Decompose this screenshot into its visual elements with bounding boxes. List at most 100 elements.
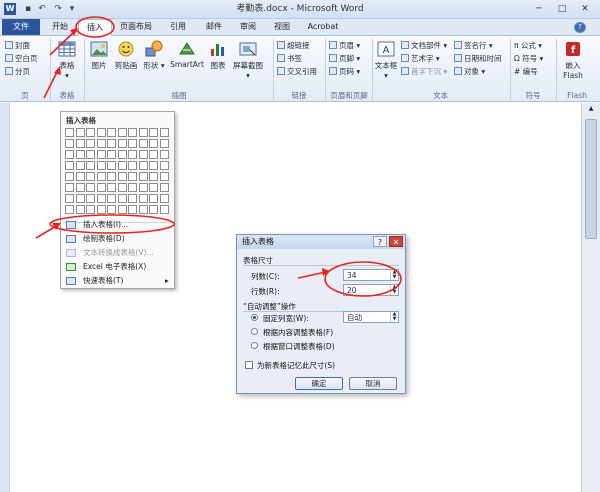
table-grid-cell[interactable] — [96, 150, 106, 159]
table-grid-cell[interactable] — [117, 161, 127, 170]
textbox-button[interactable]: A 文本框 ▾ — [374, 40, 398, 80]
table-grid-cell[interactable] — [149, 194, 158, 203]
cross-reference-button[interactable]: 交叉引用 — [277, 66, 317, 77]
table-grid-cell[interactable] — [107, 205, 116, 214]
table-grid-cell[interactable] — [138, 205, 148, 214]
smartart-button[interactable]: SmartArt — [168, 40, 206, 69]
tab-acrobat[interactable]: Acrobat — [302, 19, 344, 35]
table-grid-cell[interactable] — [128, 194, 137, 203]
tab-references[interactable]: 引用 — [162, 19, 194, 35]
table-grid-cell[interactable] — [138, 172, 148, 181]
dialog-close-button[interactable]: ✕ — [389, 236, 403, 247]
drop-cap-button[interactable]: 首字下沉 ▾ — [401, 66, 447, 77]
table-grid-cell[interactable] — [138, 161, 148, 170]
table-grid-cell[interactable] — [96, 205, 106, 214]
customize-qat-icon[interactable]: ▾ — [66, 3, 78, 15]
help-icon[interactable]: ? — [574, 22, 586, 33]
table-grid-cell[interactable] — [159, 128, 169, 137]
table-grid-cell[interactable] — [65, 172, 74, 181]
table-grid-cell[interactable] — [96, 194, 106, 203]
close-window-button[interactable]: ✕ — [574, 2, 596, 16]
menu-item-excel-spreadsheet[interactable]: Excel 电子表格(X) — [61, 260, 174, 274]
table-grid-cell[interactable] — [149, 183, 158, 192]
minimize-button[interactable]: ─ — [528, 2, 550, 16]
table-grid-cell[interactable] — [117, 205, 127, 214]
table-grid-cell[interactable] — [159, 205, 169, 214]
page-number-button[interactable]: 页码 ▾ — [329, 66, 360, 77]
table-grid-cell[interactable] — [128, 150, 137, 159]
table-grid-cell[interactable] — [117, 139, 127, 148]
tab-insert[interactable]: 插入 — [78, 19, 112, 36]
table-grid-cell[interactable] — [65, 150, 74, 159]
undo-icon[interactable]: ↶ — [36, 3, 48, 15]
tab-home[interactable]: 开始 — [44, 19, 76, 35]
table-grid-cell[interactable] — [86, 205, 95, 214]
chart-button[interactable]: 图表 — [208, 40, 228, 71]
table-grid-cell[interactable] — [65, 161, 74, 170]
signature-line-button[interactable]: 签名行 ▾ — [454, 40, 493, 51]
table-grid-cell[interactable] — [128, 139, 137, 148]
table-grid-cell[interactable] — [138, 150, 148, 159]
spinner-arrows-icon[interactable]: ▲ ▼ — [390, 312, 398, 322]
screenshot-button[interactable]: 屏幕截图 ▾ — [230, 40, 266, 80]
table-grid-cell[interactable] — [149, 128, 158, 137]
menu-item-insert-table[interactable]: 插入表格(I)... — [61, 218, 174, 232]
table-grid-cell[interactable] — [128, 183, 137, 192]
table-grid-cell[interactable] — [96, 172, 106, 181]
bookmark-button[interactable]: 书签 — [277, 53, 302, 64]
save-icon[interactable]: ▪ — [22, 3, 34, 15]
table-grid-cell[interactable] — [107, 172, 116, 181]
tab-review[interactable]: 审阅 — [232, 19, 264, 35]
table-grid-cell[interactable] — [159, 183, 169, 192]
spinner-arrows-icon[interactable]: ▲ ▼ — [390, 270, 398, 280]
table-grid-cell[interactable] — [159, 150, 169, 159]
fixed-width-spinner[interactable]: 自动 ▲ ▼ — [343, 311, 399, 323]
table-grid-cell[interactable] — [65, 194, 74, 203]
table-grid-cell[interactable] — [149, 205, 158, 214]
table-grid-cell[interactable] — [107, 183, 116, 192]
table-grid-cell[interactable] — [75, 139, 85, 148]
date-time-button[interactable]: 日期和时间 — [454, 53, 502, 64]
table-grid-cell[interactable] — [159, 172, 169, 181]
remember-size-checkbox[interactable] — [245, 361, 253, 369]
cancel-button[interactable]: 取消 — [349, 377, 397, 390]
table-grid-cell[interactable] — [149, 161, 158, 170]
table-grid-cell[interactable] — [128, 172, 137, 181]
equation-button[interactable]: π 公式 ▾ — [514, 40, 542, 51]
table-grid-cell[interactable] — [75, 194, 85, 203]
table-grid-cell[interactable] — [75, 205, 85, 214]
menu-item-convert-text-to-table[interactable]: 文本转换成表格(V)... — [61, 246, 174, 260]
table-grid-cell[interactable] — [128, 128, 137, 137]
table-grid-cell[interactable] — [149, 139, 158, 148]
symbol-button[interactable]: Ω 符号 ▾ — [514, 53, 543, 64]
vertical-scrollbar[interactable]: ▲ — [581, 103, 600, 492]
table-grid-cell[interactable] — [65, 128, 74, 137]
table-grid-cell[interactable] — [117, 128, 127, 137]
table-grid-cell[interactable] — [75, 128, 85, 137]
wordart-button[interactable]: 艺术字 ▾ — [401, 53, 440, 64]
table-grid-cell[interactable] — [117, 150, 127, 159]
maximize-button[interactable]: □ — [551, 2, 573, 16]
table-grid-cell[interactable] — [75, 172, 85, 181]
spinner-arrows-icon[interactable]: ▲ ▼ — [390, 285, 398, 295]
table-grid-cell[interactable] — [159, 161, 169, 170]
scroll-up-icon[interactable]: ▲ — [585, 105, 597, 115]
table-grid-cell[interactable] — [138, 128, 148, 137]
table-grid-cell[interactable] — [138, 183, 148, 192]
dialog-help-button[interactable]: ? — [373, 236, 387, 247]
fixed-width-radio[interactable] — [251, 314, 258, 321]
table-grid-cell[interactable] — [117, 194, 127, 203]
table-grid-cell[interactable] — [96, 183, 106, 192]
tab-view[interactable]: 视图 — [266, 19, 298, 35]
table-grid-cell[interactable] — [117, 172, 127, 181]
header-button[interactable]: 页眉 ▾ — [329, 40, 360, 51]
rows-spinner[interactable]: 20 ▲ ▼ — [343, 284, 399, 296]
fit-content-radio[interactable] — [251, 328, 258, 335]
table-grid-cell[interactable] — [128, 205, 137, 214]
table-grid-cell[interactable] — [117, 183, 127, 192]
table-grid-cell[interactable] — [159, 194, 169, 203]
table-grid-cell[interactable] — [75, 161, 85, 170]
scrollbar-thumb[interactable] — [585, 119, 597, 239]
table-grid-cell[interactable] — [86, 194, 95, 203]
blank-page-button[interactable]: 空白页 — [5, 53, 38, 64]
